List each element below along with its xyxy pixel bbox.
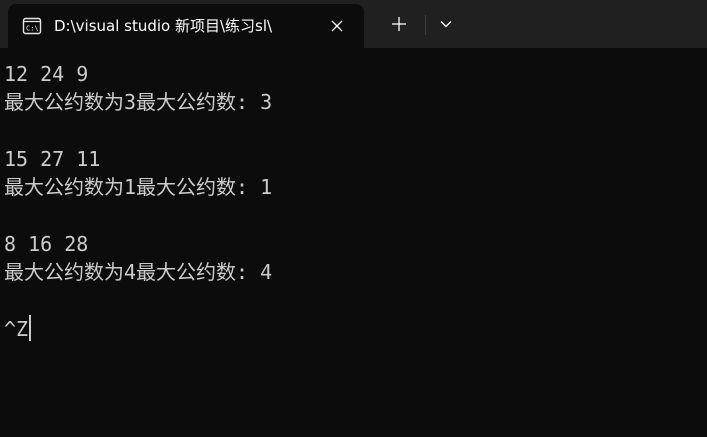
- new-tab-button[interactable]: [384, 10, 414, 38]
- console-line: 最大公约数为3最大公约数: 3: [4, 90, 273, 115]
- tab-console[interactable]: C:\ D:\visual studio 新项目\练习sl\: [8, 4, 364, 48]
- text-cursor: [29, 314, 32, 341]
- console-icon: C:\: [22, 16, 42, 36]
- plus-icon: [392, 17, 406, 31]
- console-lines: 12 24 9 最大公约数为3最大公约数: 3 15 27 11 最大公约数为1…: [4, 60, 272, 343]
- console-line: 8 16 28: [4, 231, 89, 256]
- console-output[interactable]: 12 24 9 最大公约数为3最大公约数: 3 15 27 11 最大公约数为1…: [0, 48, 707, 437]
- console-line: 12 24 9: [4, 62, 89, 86]
- title-bar: C:\ D:\visual studio 新项目\练习sl\: [0, 0, 707, 48]
- console-line: 最大公约数为1最大公约数: 1: [4, 175, 273, 200]
- console-prompt-line[interactable]: ^Z: [4, 314, 272, 343]
- close-icon[interactable]: [326, 15, 348, 37]
- chevron-down-icon: [440, 21, 452, 28]
- tab-dropdown-button[interactable]: [432, 10, 460, 38]
- console-line: 15 27 11: [4, 146, 101, 171]
- console-input-text: ^Z: [4, 316, 29, 341]
- titlebar-divider: [425, 15, 426, 35]
- terminal-window: C:\ D:\visual studio 新项目\练习sl\ 12 24 9 最…: [0, 0, 707, 437]
- svg-text:C:\: C:\: [26, 25, 39, 33]
- tab-title: D:\visual studio 新项目\练习sl\: [54, 17, 273, 35]
- console-line: 最大公约数为4最大公约数: 4: [4, 260, 273, 285]
